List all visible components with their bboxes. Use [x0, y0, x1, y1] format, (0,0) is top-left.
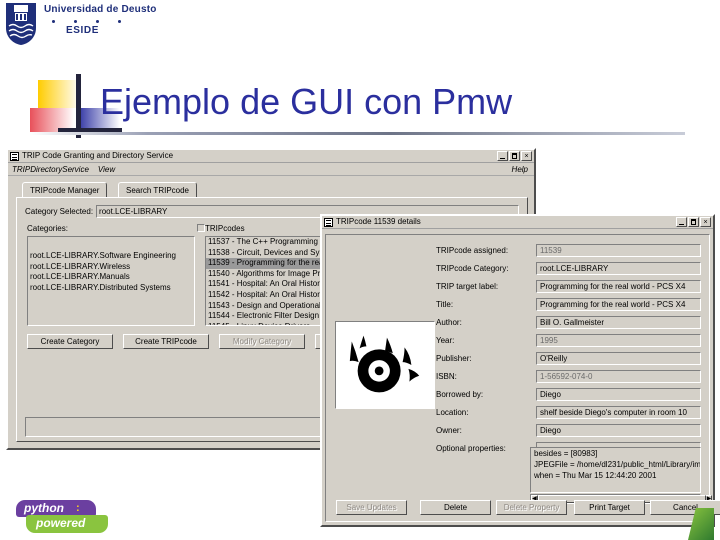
delete-button[interactable]: Delete	[420, 500, 491, 515]
field-label: Borrowed by:	[436, 390, 484, 399]
main-window-titlebar[interactable]: TRIP Code Granting and Directory Service…	[8, 150, 534, 163]
list-item[interactable]: root.LCE-LIBRARY.Software Engineering	[28, 251, 194, 262]
close-icon[interactable]: ×	[700, 217, 711, 227]
field-label: Publisher:	[436, 354, 472, 363]
minimize-button[interactable]	[497, 151, 508, 161]
window-menu-icon[interactable]	[324, 217, 333, 227]
optional-properties-listbox[interactable]: besides = [80983] JPEGFile = /home/dl231…	[530, 447, 701, 493]
categories-label: Categories:	[27, 224, 68, 233]
list-item[interactable]: besides = [80983]	[531, 448, 700, 459]
python-logo-colon: :	[76, 502, 80, 514]
borrowed-by-field[interactable]: Diego	[536, 388, 701, 401]
close-icon[interactable]: ×	[521, 151, 532, 161]
tab-tripcode-manager[interactable]: TRIPcode Manager	[22, 182, 108, 198]
list-item[interactable]: root.LCE-LIBRARY.Wireless	[28, 262, 194, 273]
list-item[interactable]: root.LCE-LIBRARY.Distributed Systems	[28, 283, 194, 294]
field-row: Author: Bill O. Gallmeister	[332, 316, 703, 329]
category-selected-label: Category Selected:	[25, 207, 94, 216]
details-window-titlebar[interactable]: TRIPcode 11539 details ×	[322, 216, 713, 229]
field-label: ISBN:	[436, 372, 457, 381]
year-field: 1995	[536, 334, 701, 347]
field-row: ISBN: 1-56592-074-0	[332, 370, 703, 383]
field-label: TRIPcode Category:	[436, 264, 509, 273]
modify-category-button[interactable]: Modify Category	[219, 334, 305, 349]
main-window-title: TRIP Code Granting and Directory Service	[22, 151, 174, 160]
university-name: Universidad de Deusto	[44, 4, 157, 15]
tabstrip: TRIPcode Manager Search TRIPcode	[22, 182, 528, 198]
trip-target-label-field[interactable]: Programming for the real world - PCS X4	[536, 280, 701, 293]
python-powered-logo: python : powered	[10, 500, 108, 534]
details-window-title: TRIPcode 11539 details	[336, 217, 421, 226]
create-tripcode-button[interactable]: Create TRIPcode	[123, 334, 209, 349]
location-field[interactable]: shelf beside Diego's computer in room 10	[536, 406, 701, 419]
field-label: Location:	[436, 408, 469, 417]
field-row: TRIPcode Category: root.LCE-LIBRARY	[332, 262, 703, 275]
publisher-field[interactable]: O'Reilly	[536, 352, 701, 365]
maximize-button[interactable]	[688, 217, 699, 227]
details-window: TRIPcode 11539 details × TRIPcode assign…	[320, 214, 720, 527]
field-label: Owner:	[436, 426, 462, 435]
isbn-field: 1-56592-074-0	[536, 370, 701, 383]
details-action-buttons: Save Updates Delete Delete Property Prin…	[334, 500, 720, 515]
menu-help[interactable]: Help	[512, 165, 528, 174]
field-label: Year:	[436, 336, 455, 345]
details-window-controls: ×	[676, 217, 712, 227]
field-label: TRIP target label:	[436, 282, 499, 291]
minimize-button[interactable]	[676, 217, 687, 227]
tab-search-tripcode[interactable]: Search TRIPcode	[118, 182, 197, 198]
owner-field[interactable]: Diego	[536, 424, 701, 437]
list-item[interactable]: JPEGFile = /home/dl231/public_html/Libra…	[531, 459, 700, 470]
save-updates-button[interactable]: Save Updates	[336, 500, 407, 515]
menu-tripdirectoryservice[interactable]: TRIPDirectoryService	[12, 165, 89, 174]
main-menubar: TRIPDirectoryService View Help	[8, 163, 534, 176]
list-item[interactable]: root.LCE-LIBRARY.Manuals	[28, 272, 194, 283]
field-row: TRIP target label: Programming for the r…	[332, 280, 703, 293]
field-label: Title:	[436, 300, 454, 309]
list-item[interactable]: when = Thu Mar 15 12:44:20 2001	[531, 470, 700, 481]
categories-listbox[interactable]: root.LCE-LIBRARY.Software Engineering ro…	[27, 236, 195, 326]
deusto-crest-logo	[6, 3, 36, 45]
title-field[interactable]: Programming for the real world - PCS X4	[536, 298, 701, 311]
field-row: Title: Programming for the real world - …	[332, 298, 703, 311]
main-window-controls: ×	[497, 151, 533, 161]
print-target-button[interactable]: Print Target	[574, 500, 645, 515]
deco-square-yellow	[38, 80, 80, 108]
maximize-button[interactable]	[509, 151, 520, 161]
tripcode-category-field[interactable]: root.LCE-LIBRARY	[536, 262, 701, 275]
tripcode-assigned-field: 11539	[536, 244, 701, 257]
field-row: TRIPcode assigned: 11539	[332, 244, 703, 257]
field-row: Year: 1995	[332, 334, 703, 347]
school-name: ESIDE	[66, 25, 100, 36]
field-row: Borrowed by: Diego	[332, 388, 703, 401]
create-category-button[interactable]: Create Category	[27, 334, 113, 349]
slide-header: Universidad de Deusto ESIDE Ejemplo de G…	[0, 0, 720, 150]
python-logo-top-text: python	[24, 501, 64, 515]
delete-property-button[interactable]: Delete Property	[496, 500, 567, 515]
optional-properties-label: Optional properties:	[436, 444, 506, 453]
details-window-body: TRIPcode assigned: 11539 TRIPcode Catego…	[325, 234, 720, 522]
field-label: TRIPcode assigned:	[436, 246, 509, 255]
python-logo-bottom-text: powered	[36, 516, 86, 530]
field-label: Author:	[436, 318, 462, 327]
field-row: Owner: Diego	[332, 424, 703, 437]
tripcodes-label: TRIPcodes	[205, 224, 245, 233]
categories-scroll-handle[interactable]	[197, 224, 205, 232]
menu-view[interactable]: View	[98, 165, 115, 174]
field-row: Location: shelf beside Diego's computer …	[332, 406, 703, 419]
field-row: Publisher: O'Reilly	[332, 352, 703, 365]
window-menu-icon[interactable]	[10, 151, 19, 161]
categories-list-inner: root.LCE-LIBRARY.Software Engineering ro…	[28, 237, 194, 293]
author-field[interactable]: Bill O. Gallmeister	[536, 316, 701, 329]
page-title: Ejemplo de GUI con Pmw	[100, 81, 513, 122]
title-underline-rule	[30, 132, 685, 135]
